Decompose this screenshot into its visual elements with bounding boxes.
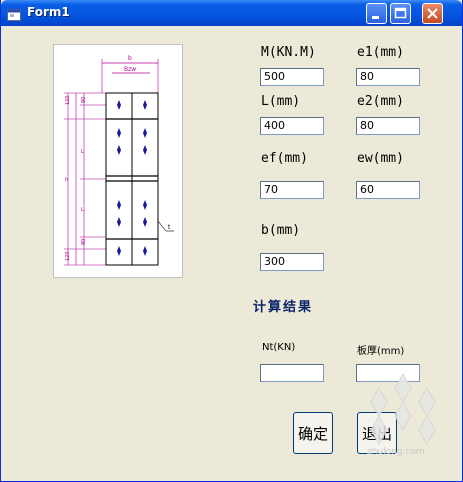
- input-L[interactable]: 400: [260, 117, 324, 135]
- dim-top-e-label: 120: [65, 95, 71, 105]
- input-ef[interactable]: 70: [260, 181, 324, 199]
- results-heading: 计算结果: [253, 300, 314, 315]
- form1-window: Form1 b Bzw 120 80 L h L 80 120 t M(KN.M…: [0, 0, 463, 482]
- dim-b-label: b: [128, 55, 132, 62]
- maximize-button[interactable]: [390, 3, 411, 24]
- minimize-icon: [372, 16, 379, 19]
- label-b: b(mm): [261, 223, 301, 238]
- connection-drawing: b Bzw 120 80 L h L 80 120 t: [53, 44, 183, 278]
- output-nt[interactable]: [260, 364, 324, 382]
- label-M: M(KN.M): [261, 45, 316, 60]
- label-ew: ew(mm): [357, 151, 404, 166]
- watermark-text: zhulong.com: [367, 447, 425, 457]
- bolted-plate-diagram: b Bzw 120 80 L h L 80 120 t: [64, 55, 174, 266]
- watermark-logo: zhulong.com: [353, 370, 453, 464]
- label-L: L(mm): [261, 94, 301, 109]
- input-b[interactable]: 300: [260, 253, 324, 271]
- label-nt: Nt(KN): [262, 342, 296, 353]
- minimize-button[interactable]: [366, 3, 387, 24]
- maximize-icon: [394, 7, 407, 19]
- ok-button[interactable]: 确定: [293, 412, 333, 454]
- label-ef: ef(mm): [261, 151, 308, 166]
- dim-top-80-label: 80: [81, 97, 87, 103]
- watermark-snowflake-icon: zhulong.com: [367, 372, 436, 457]
- label-e1: e1(mm): [357, 45, 404, 60]
- app-icon[interactable]: [7, 6, 21, 21]
- title-bar[interactable]: Form1: [1, 0, 462, 26]
- close-button[interactable]: [422, 3, 443, 24]
- dim-bot-e-label: 120: [65, 251, 71, 261]
- window-title: Form1: [27, 5, 70, 19]
- input-e1[interactable]: 80: [356, 68, 420, 86]
- input-ew[interactable]: 60: [356, 181, 420, 199]
- close-icon: [427, 8, 438, 19]
- input-e2[interactable]: 80: [356, 117, 420, 135]
- dim-bw-label: Bzw: [124, 66, 136, 73]
- label-e2: e2(mm): [357, 94, 404, 109]
- dim-L-upper-label: L: [81, 149, 84, 155]
- dim-mid-80-label: 80: [81, 239, 87, 245]
- dim-h-label: h: [65, 177, 68, 183]
- thickness-t-label: t: [168, 224, 171, 231]
- label-plate-thickness: 板厚(mm): [357, 346, 405, 357]
- dim-L-lower-label: L: [81, 207, 84, 213]
- input-M[interactable]: 500: [260, 68, 324, 86]
